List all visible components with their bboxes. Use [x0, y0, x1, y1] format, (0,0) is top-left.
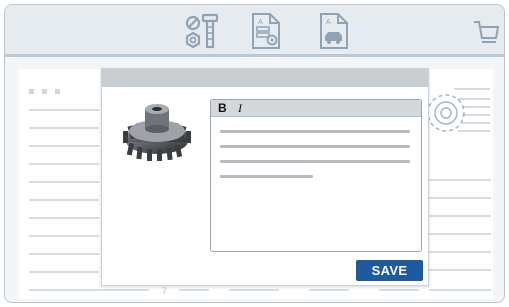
settings-tools-icon[interactable]: [183, 11, 221, 56]
rich-text-editor[interactable]: B I: [210, 99, 422, 252]
bold-button[interactable]: B: [218, 101, 227, 115]
svg-text:A: A: [326, 19, 331, 26]
placeholder-dots: [29, 81, 68, 99]
italic-button[interactable]: I: [238, 101, 242, 115]
text-line: [220, 145, 410, 148]
save-button[interactable]: SAVE: [356, 260, 423, 281]
text-line: [220, 175, 313, 178]
editor-toolbar: B I: [211, 100, 421, 117]
background-gear-icon: [424, 79, 490, 150]
edit-dialog: B I SAVE: [101, 68, 429, 286]
gear-image: [120, 99, 194, 174]
text-line: [220, 130, 410, 133]
shopping-cart-icon[interactable]: [472, 19, 500, 52]
document-car-icon[interactable]: A: [317, 11, 351, 56]
svg-text:A: A: [258, 19, 263, 26]
app-window: A A 7 B I SAVE: [4, 4, 505, 303]
document-settings-icon[interactable]: A: [249, 11, 283, 56]
top-toolbar: A A: [5, 5, 504, 57]
background-page-number: 7: [162, 286, 168, 296]
text-line: [220, 160, 410, 163]
dialog-header: [102, 69, 428, 87]
